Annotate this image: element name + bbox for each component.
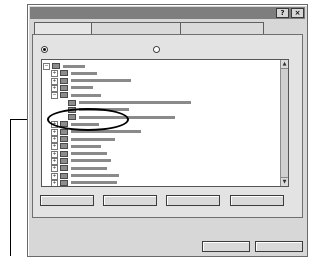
- callout-line-vertical: [10, 119, 11, 256]
- view-by-connection-radio[interactable]: [153, 44, 163, 54]
- remove-button[interactable]: [166, 195, 220, 206]
- tree-node-label: [71, 77, 131, 84]
- device-category-icon: [60, 128, 68, 135]
- page: { "window": { "title": "", "help_button"…: [0, 0, 309, 258]
- device-category-icon: [60, 172, 68, 179]
- unreadable-text-placeholder: [71, 86, 93, 90]
- ok-button[interactable]: [202, 241, 250, 252]
- tab-device-manager[interactable]: [91, 22, 181, 34]
- device-category-icon: [60, 179, 68, 186]
- tree-node-label: [71, 142, 101, 149]
- help-button[interactable]: ?: [276, 8, 289, 18]
- title-bar: ? ×: [30, 7, 305, 19]
- scroll-down-arrow-icon[interactable]: ▼: [281, 177, 288, 186]
- tree-node-label: [63, 62, 85, 69]
- unreadable-text-placeholder: [71, 144, 101, 148]
- tree-node-label: [71, 164, 107, 171]
- device-category-icon: [68, 99, 76, 106]
- unreadable-text-placeholder: [79, 101, 191, 104]
- tree-node-label: [71, 157, 111, 164]
- tree-node-label: [71, 172, 119, 179]
- device-category-icon: [52, 63, 60, 69]
- tree-node[interactable]: +: [42, 186, 282, 187]
- print-button[interactable]: [230, 195, 284, 206]
- device-category-icon: [60, 77, 68, 84]
- tree-node-label: [71, 135, 115, 142]
- device-category-icon: [60, 136, 68, 142]
- radio-selected-icon: [41, 45, 48, 53]
- unreadable-text-placeholder: [71, 174, 119, 177]
- device-category-icon: [60, 84, 68, 91]
- view-by-type-radio[interactable]: [41, 44, 51, 54]
- device-category-icon: [60, 157, 68, 164]
- tree-node-label: [71, 150, 107, 157]
- unreadable-text-placeholder: [71, 181, 117, 185]
- unreadable-text-placeholder: [71, 159, 111, 163]
- properties-dialog: ? × ▲ ▼ −+++−++++++++++++: [27, 4, 308, 257]
- callout-ellipse: [47, 108, 129, 131]
- unreadable-text-placeholder: [71, 71, 97, 75]
- close-button[interactable]: ×: [291, 8, 304, 18]
- tree-node-label: [71, 84, 93, 91]
- device-category-icon: [60, 143, 68, 150]
- unreadable-text-placeholder: [71, 166, 107, 170]
- tree-node-label: [71, 186, 125, 187]
- device-category-icon: [60, 165, 68, 172]
- unreadable-text-placeholder: [71, 93, 101, 97]
- unreadable-text-placeholder: [63, 64, 85, 68]
- tree-node-label: [71, 179, 117, 186]
- tab-performance[interactable]: [180, 22, 264, 34]
- unreadable-text-placeholder: [71, 79, 131, 83]
- tree-node-label: [79, 99, 191, 106]
- tree-node-label: [71, 91, 101, 98]
- properties-button[interactable]: [40, 195, 94, 206]
- tree-node-label: [71, 69, 97, 76]
- device-category-icon: [60, 70, 68, 77]
- device-category-icon: [60, 150, 68, 157]
- unreadable-text-placeholder: [71, 137, 115, 141]
- unreadable-text-placeholder: [71, 152, 107, 156]
- device-category-icon: [60, 92, 68, 99]
- scroll-up-arrow-icon[interactable]: ▲: [281, 60, 288, 69]
- radio-unselected-icon: [153, 45, 160, 53]
- cancel-button[interactable]: [255, 241, 303, 252]
- refresh-button[interactable]: [103, 195, 157, 206]
